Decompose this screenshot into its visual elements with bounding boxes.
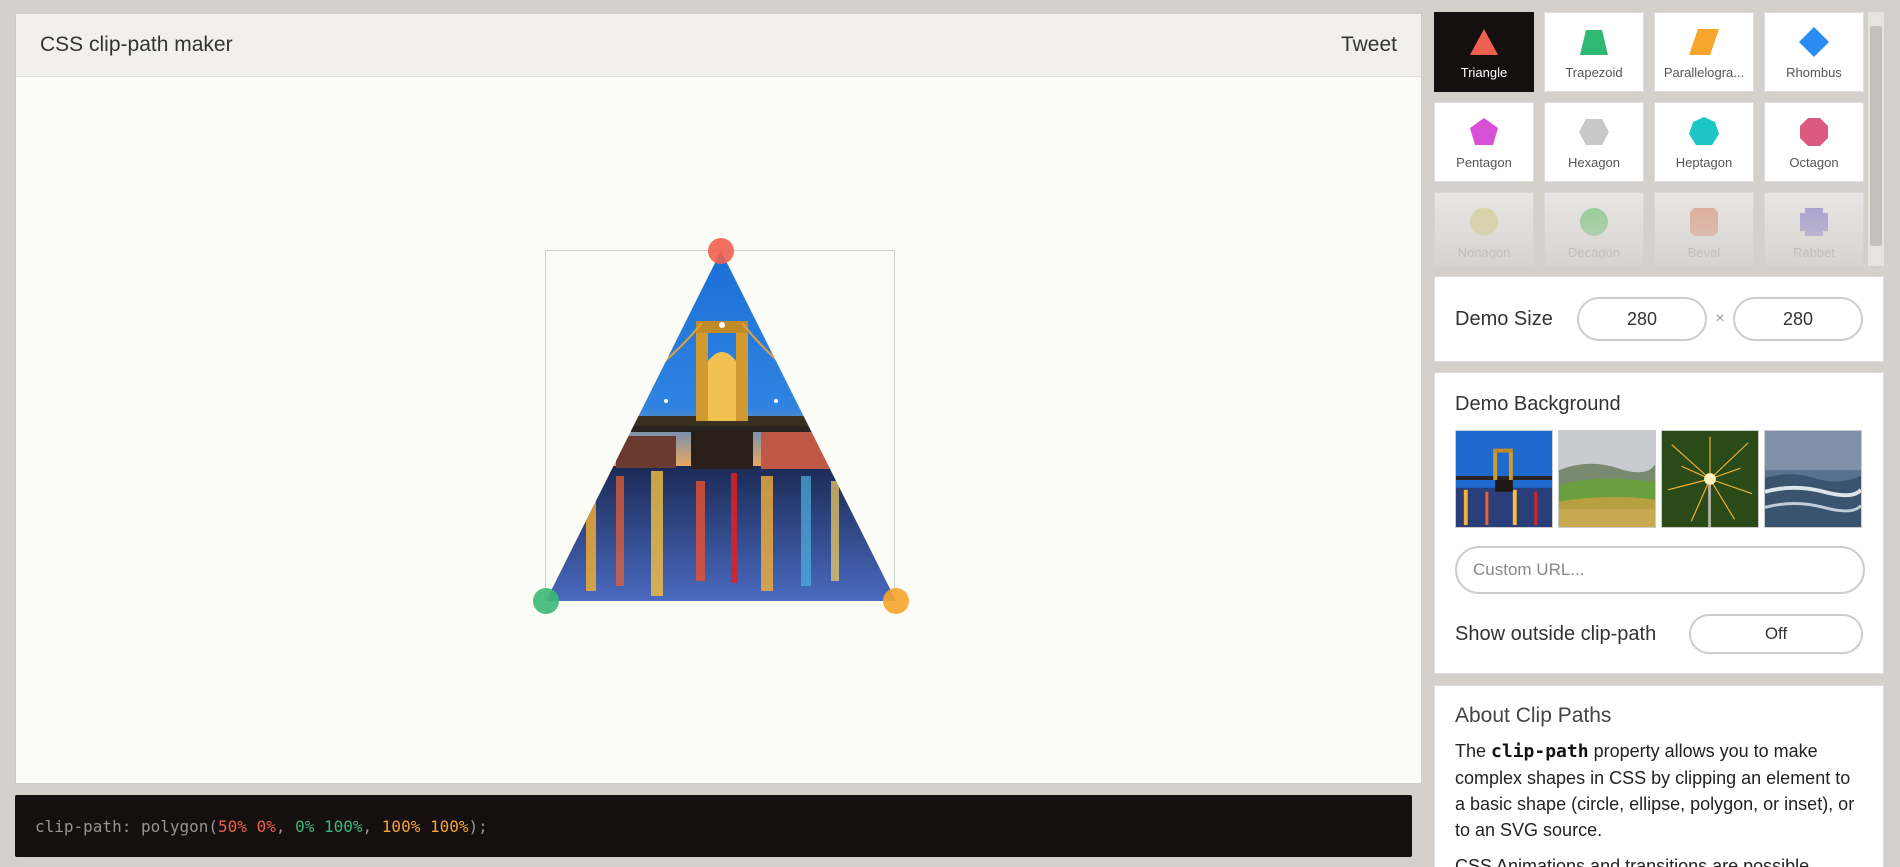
bevel-icon [1690, 207, 1718, 236]
shape-nonagon-button[interactable]: Nonagon [1434, 192, 1534, 266]
shape-rabbet-button[interactable]: Rabbet [1764, 192, 1864, 266]
heptagon-icon [1689, 116, 1719, 145]
shape-heptagon-button[interactable]: Heptagon [1654, 102, 1754, 182]
code-prefix: clip-path: polygon( [35, 816, 219, 836]
demo-size-label: Demo Size [1455, 307, 1553, 330]
shape-label: Heptagon [1675, 154, 1733, 170]
demo-height-input[interactable] [1733, 297, 1863, 341]
background-thumbnails [1455, 430, 1863, 528]
shape-label: Pentagon [1456, 154, 1512, 170]
shape-parallelogram-button[interactable]: Parallelogra... [1654, 12, 1754, 92]
demo-size-panel: Demo Size × [1434, 276, 1884, 362]
demo-background-panel: Demo Background Custom URL... Show outsi… [1434, 372, 1884, 674]
shape-label: Octagon [1789, 154, 1839, 170]
code-suffix: ); [468, 816, 488, 836]
clipped-photo [546, 251, 896, 601]
code-separator-1: , [275, 816, 296, 836]
shape-trapezoid-button[interactable]: Trapezoid [1544, 12, 1644, 92]
demo-background-label: Demo Background [1455, 393, 1621, 415]
clip-path-code-output[interactable]: clip-path: polygon(50% 0%, 0% 100%, 100%… [15, 795, 1412, 857]
shape-rhombus-button[interactable]: Rhombus [1764, 12, 1864, 92]
shape-pentagon-button[interactable]: Pentagon [1434, 102, 1534, 182]
clip-demo-box [533, 238, 909, 614]
shape-label: Decagon [1567, 244, 1621, 260]
code-point-1: 50% 0% [218, 816, 276, 836]
code-separator-2: , [362, 816, 382, 836]
about-panel: About Clip Paths The clip-path property … [1434, 685, 1884, 867]
shape-label: Bevel [1687, 244, 1721, 260]
shape-label: Trapezoid [1565, 64, 1623, 80]
about-text-before: The [1455, 741, 1492, 761]
parallelogram-icon [1689, 28, 1719, 55]
rhombus-icon [1799, 26, 1829, 57]
times-sign: × [1715, 310, 1725, 327]
shape-bevel-button[interactable]: Bevel [1654, 192, 1754, 266]
shape-label: Rhombus [1786, 64, 1842, 80]
pentagon-icon [1470, 117, 1498, 145]
bottom-left-vertex-handle[interactable] [533, 588, 559, 614]
shape-grid: Triangle Trapezoid Parallelogra... Rhombus P… [1434, 12, 1884, 266]
rabbet-icon [1800, 207, 1828, 236]
shape-label: Parallelogra... [1663, 64, 1745, 80]
code-point-3: 100% 100% [381, 816, 469, 836]
shape-triangle-button[interactable]: Triangle [1434, 12, 1534, 92]
show-outside-row: Show outside clip-path Off [1455, 614, 1863, 654]
about-paragraph-2: CSS Animations and transitions are possi… [1455, 856, 1810, 867]
shape-label: Rabbet [1793, 244, 1835, 260]
ocean-waves-thumbnail[interactable] [1764, 430, 1862, 528]
about-title: About Clip Paths [1455, 704, 1612, 727]
shape-label: Nonagon [1457, 244, 1511, 260]
show-outside-label: Show outside clip-path [1455, 622, 1657, 645]
octagon-icon [1800, 117, 1828, 146]
demo-width-input[interactable] [1577, 297, 1707, 341]
about-code-word: clip-path [1491, 741, 1589, 762]
bridge-night-thumbnail[interactable] [1455, 430, 1553, 528]
sparkler-thumbnail[interactable] [1661, 430, 1759, 528]
show-outside-toggle[interactable]: Off [1689, 614, 1863, 654]
shape-label: Triangle [1460, 64, 1508, 80]
scrollbar-thumb[interactable] [1870, 26, 1882, 246]
decagon-icon [1580, 207, 1608, 236]
green-hills-thumbnail[interactable] [1558, 430, 1656, 528]
trapezoid-icon [1580, 29, 1608, 55]
shape-octagon-button[interactable]: Octagon [1764, 102, 1864, 182]
about-paragraph: The clip-path property allows you to mak… [1455, 738, 1863, 843]
shape-decagon-button[interactable]: Decagon [1544, 192, 1644, 266]
top-vertex-handle[interactable] [708, 238, 734, 264]
shape-hexagon-button[interactable]: Hexagon [1544, 102, 1644, 182]
hexagon-icon [1579, 118, 1609, 145]
code-point-2: 0% 100% [295, 816, 363, 836]
shape-label: Hexagon [1567, 154, 1621, 170]
shape-picker: Triangle Trapezoid Parallelogra... Rhombus P… [1434, 12, 1884, 266]
app-title: CSS clip-path maker [40, 33, 233, 56]
nonagon-icon [1470, 207, 1498, 236]
tweet-link[interactable]: Tweet [1341, 33, 1397, 57]
custom-url-input[interactable] [1455, 546, 1865, 594]
bottom-right-vertex-handle[interactable] [883, 588, 909, 614]
triangle-icon [1470, 28, 1498, 55]
demo-stage: CSS clip-path maker Tweet [15, 13, 1422, 784]
stage-header: CSS clip-path maker Tweet [16, 14, 1421, 77]
shape-picker-scrollbar[interactable] [1868, 12, 1884, 266]
